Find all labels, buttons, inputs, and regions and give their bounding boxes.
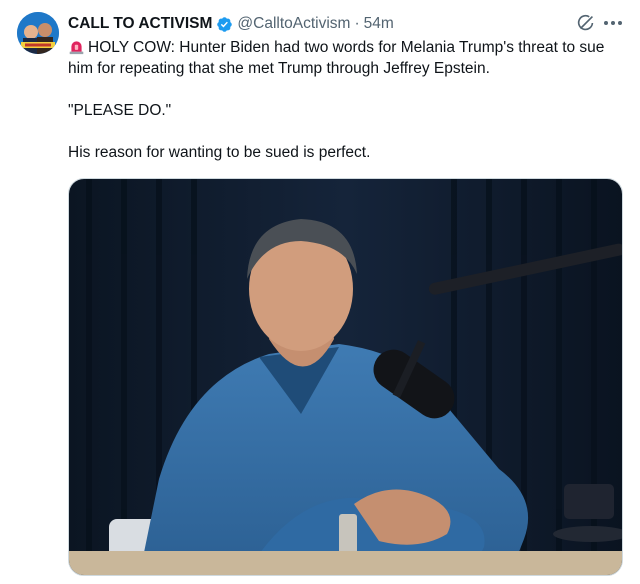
avatar-image [17,12,59,54]
tweet-text: HOLY COW: Hunter Biden had two words for… [68,37,628,163]
tweet-paragraph-1: HOLY COW: Hunter Biden had two words for… [68,37,628,79]
author-name[interactable]: CALL TO ACTIVISM [68,15,212,33]
tweet-line-1: HOLY COW: Hunter Biden had two words for… [68,39,605,77]
timestamp[interactable]: 54m [364,15,394,33]
tweet-header: CALL TO ACTIVISM @CalltoActivism · 54m [68,14,394,34]
more-options-icon[interactable] [601,12,625,34]
tweet: CALL TO ACTIVISM @CalltoActivism · 54m H… [0,0,640,584]
tweet-paragraph-3: His reason for wanting to be sued is per… [68,144,371,161]
verified-badge-icon[interactable] [216,16,233,33]
avatar[interactable] [17,12,59,54]
tweet-paragraph-2: "PLEASE DO." [68,102,172,119]
author-handle[interactable]: @CalltoActivism [237,15,350,33]
podcast-photo [69,179,622,575]
tweet-media-image[interactable] [68,178,623,576]
grok-icon[interactable] [575,12,597,34]
rotating-light-emoji [68,38,85,55]
separator-dot: · [354,15,360,32]
